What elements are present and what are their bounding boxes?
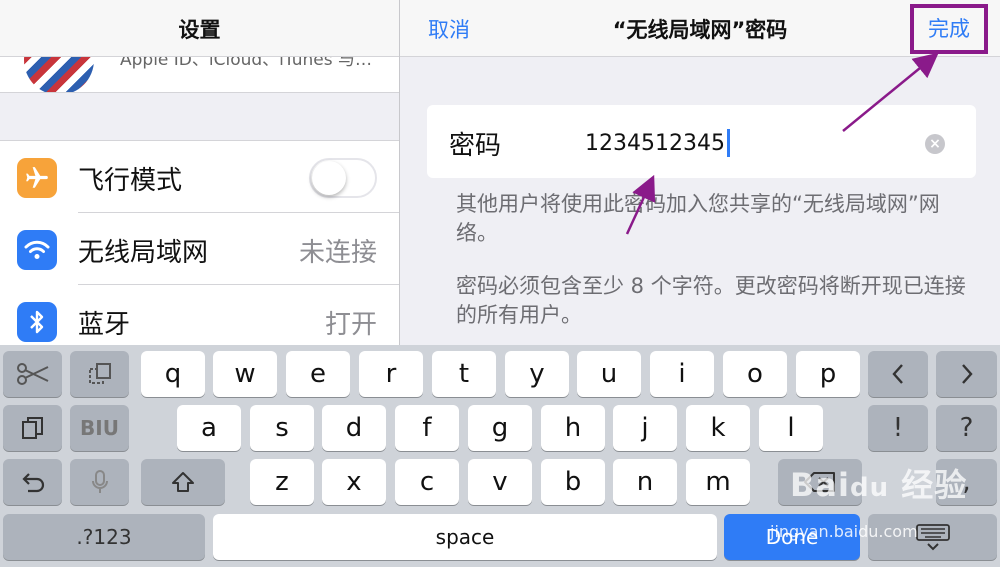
key-n[interactable]: n [613, 459, 677, 505]
key-l[interactable]: l [759, 405, 823, 451]
password-label: 密码 [449, 131, 502, 161]
paste-icon[interactable] [3, 405, 62, 451]
key-p[interactable]: p [796, 351, 860, 397]
key-o[interactable]: o [723, 351, 787, 397]
key-m[interactable]: m [686, 459, 750, 505]
airplane-label: 飞行模式 [78, 166, 183, 196]
footnote-requirements: 密码必须包含至少 8 个字符。更改密码将断开现已连接的所有用户。 [456, 274, 966, 327]
key-exclaim[interactable]: ! [868, 405, 928, 451]
key-y[interactable]: y [505, 351, 569, 397]
clear-icon[interactable]: × [925, 134, 945, 154]
shift-icon[interactable] [141, 459, 225, 505]
watermark-url: jingyan.baidu.com [770, 522, 918, 541]
key-a[interactable]: a [177, 405, 241, 451]
space-key[interactable]: space [213, 514, 717, 560]
key-i[interactable]: i [650, 351, 714, 397]
key-question[interactable]: ? [936, 405, 997, 451]
cut-icon[interactable] [3, 351, 62, 397]
undo-icon[interactable] [3, 459, 62, 505]
chevron-right-icon[interactable] [936, 351, 997, 397]
airplane-icon [17, 158, 57, 198]
copy-icon[interactable] [70, 351, 129, 397]
bluetooth-status: 打开 [324, 310, 377, 340]
key-r[interactable]: r [359, 351, 423, 397]
key-j[interactable]: j [613, 405, 677, 451]
password-pane: 取消 “无线局域网”密码 完成 密码 1234512345 × 其他用户将使用此… [400, 0, 1000, 345]
nav-bar: 取消 “无线局域网”密码 完成 [400, 0, 1000, 57]
key-f[interactable]: f [395, 405, 459, 451]
format-button[interactable]: BIU [70, 405, 129, 451]
toggle-knob [312, 161, 346, 195]
format-label: BIU [80, 416, 119, 440]
setting-row-wifi[interactable]: 无线局域网 未连接 [0, 213, 399, 285]
setting-row-airplane[interactable]: 飞行模式 [0, 141, 399, 213]
settings-pane: 设置 Apple ID、iCloud、iTunes 与… 飞行模式 无线局域网 … [0, 0, 399, 345]
done-button[interactable]: 完成 [910, 4, 988, 54]
key-z[interactable]: z [250, 459, 314, 505]
bluetooth-icon [17, 302, 57, 342]
settings-group: 飞行模式 无线局域网 未连接 蓝牙 打开 [0, 140, 399, 345]
wifi-icon [17, 230, 57, 270]
apple-id-subtitle: Apple ID、iCloud、iTunes 与… [120, 57, 372, 70]
key-w[interactable]: w [213, 351, 277, 397]
settings-header: 设置 [0, 0, 399, 57]
avatar [24, 57, 94, 92]
key-q[interactable]: q [141, 351, 205, 397]
key-h[interactable]: h [541, 405, 605, 451]
symbols-key[interactable]: .?123 [3, 514, 205, 560]
password-value: 1234512345 [585, 130, 725, 156]
key-k[interactable]: k [686, 405, 750, 451]
key-t[interactable]: t [432, 351, 496, 397]
footnote-share: 其他用户将使用此密码加入您共享的“无线局域网”网络。 [456, 192, 940, 245]
apple-id-row[interactable]: Apple ID、iCloud、iTunes 与… [0, 57, 399, 93]
bluetooth-label: 蓝牙 [78, 310, 131, 340]
key-s[interactable]: s [250, 405, 314, 451]
airplane-toggle[interactable] [309, 158, 377, 198]
key-b[interactable]: b [541, 459, 605, 505]
key-g[interactable]: g [468, 405, 532, 451]
key-x[interactable]: x [322, 459, 386, 505]
settings-title: 设置 [178, 18, 221, 42]
key-e[interactable]: e [286, 351, 350, 397]
text-caret [726, 129, 730, 157]
chevron-left-icon[interactable] [868, 351, 928, 397]
microphone-icon[interactable] [70, 459, 129, 505]
setting-row-bluetooth[interactable]: 蓝牙 打开 [0, 285, 399, 345]
wifi-status: 未连接 [298, 238, 377, 268]
key-v[interactable]: v [468, 459, 532, 505]
key-c[interactable]: c [395, 459, 459, 505]
wifi-label: 无线局域网 [78, 238, 209, 268]
key-u[interactable]: u [577, 351, 641, 397]
password-field[interactable]: 密码 1234512345 × [427, 105, 976, 178]
key-d[interactable]: d [322, 405, 386, 451]
watermark-logo: Baidu 经验 [790, 466, 968, 504]
password-input[interactable]: 1234512345 [585, 129, 730, 157]
